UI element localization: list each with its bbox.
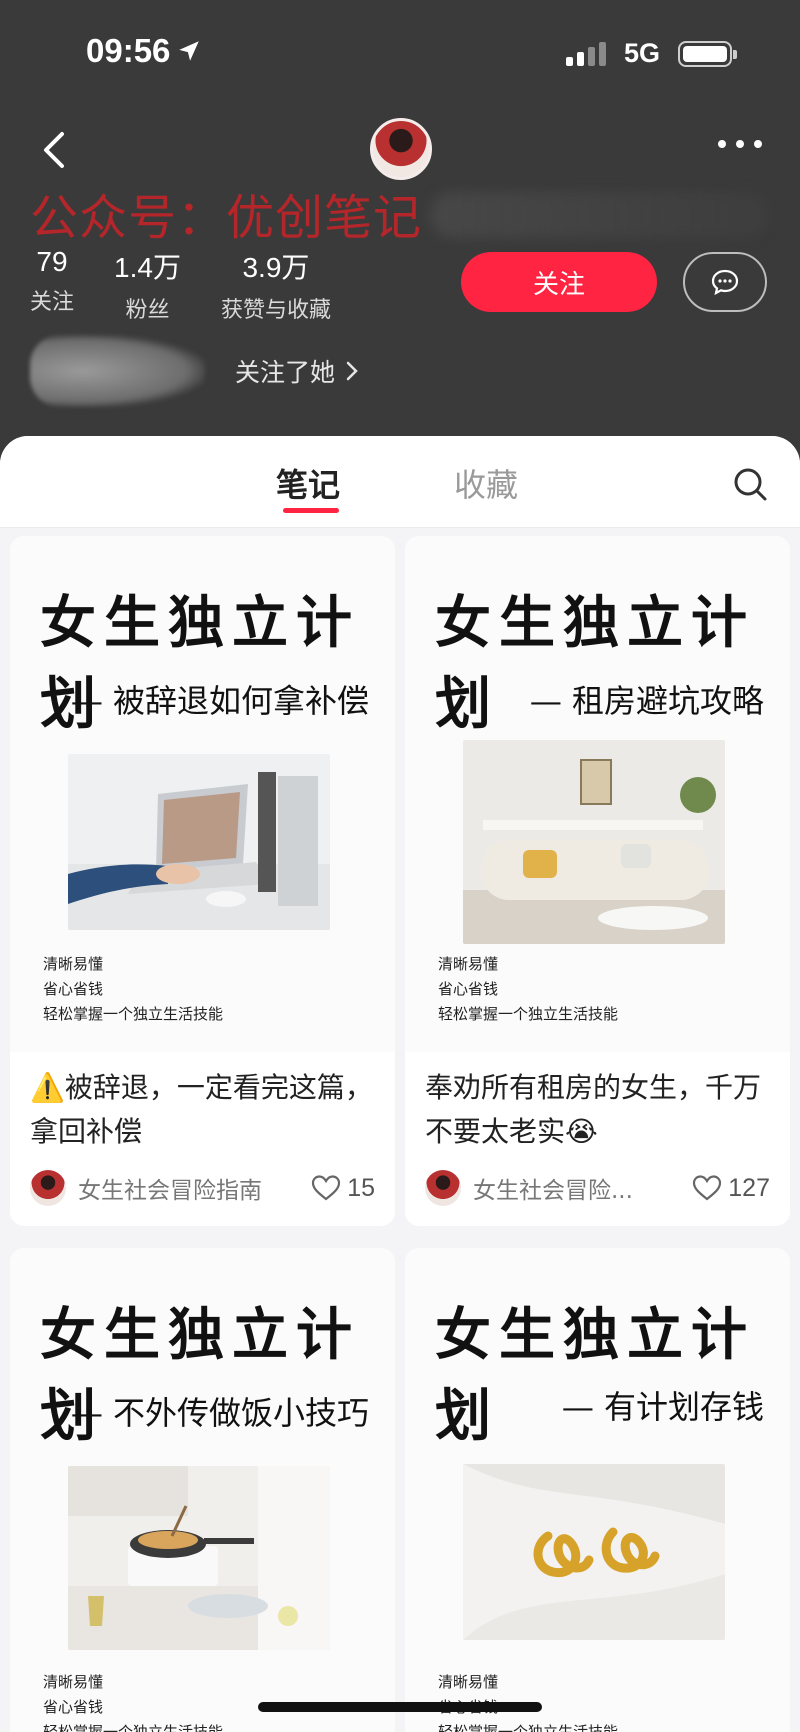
follow-button[interactable]: 关注 [461,252,657,312]
note-card[interactable]: 女生独立计划 — 租房避坑攻略 清晰易懂 省心省钱 轻松掌握一个独立生活技能 奉… [405,536,790,1226]
note-meta: 女生社会冒险... 127 [425,1168,770,1208]
cover-line: 省心省钱 [43,1698,104,1716]
cover-lines: 清晰易懂 省心省钱 轻松掌握一个独立生活技能 [43,952,223,1027]
profile-stats: 79 关注 1.4万 粉丝 3.9万 获赞与收藏 [30,246,331,324]
status-time: 09:56 [86,32,202,70]
cover-lines: 清晰易懂 省心省钱 轻松掌握一个独立生活技能 [438,952,618,1027]
note-card[interactable]: 女生独立计划 — 不外传做饭小技巧 清晰易懂 省心省钱 轻松掌握一个独立生活技能 [10,1248,395,1732]
chevron-right-icon [346,361,358,381]
cover-line: 清晰易懂 [438,1673,499,1691]
like-button[interactable]: 15 [311,1174,375,1203]
stat-followers[interactable]: 1.4万 粉丝 [114,246,181,324]
note-card[interactable]: 女生独立计划 — 有计划存钱 清晰易懂 省心省钱 轻松掌握一个独立生活技能 [405,1248,790,1732]
cover-photo-sofa [463,740,725,944]
note-cover: 女生独立计划 — 有计划存钱 清晰易懂 省心省钱 轻松掌握一个独立生活技能 [405,1248,790,1732]
note-card[interactable]: 女生独立计划 — 被辞退如何拿补偿 清晰易懂 省心省钱 轻松掌握一个独立生活技能… [10,536,395,1226]
stat-label: 粉丝 [125,298,170,323]
note-card-body: 奉劝所有租房的女生，千万不要太老实😭 女生社会冒险... 127 [405,1052,790,1226]
signal-icon [565,41,606,66]
avatar[interactable] [370,118,432,180]
back-icon[interactable] [36,128,76,172]
stat-label: 关注 [30,290,75,315]
cover-photo-cooking [68,1466,330,1650]
tab-active-indicator [283,508,339,513]
author-name[interactable]: 女生社会冒险指南 [78,1171,301,1205]
cover-line: 轻松掌握一个独立生活技能 [43,1005,224,1023]
note-cover: 女生独立计划 — 租房避坑攻略 清晰易懂 省心省钱 轻松掌握一个独立生活技能 [405,536,790,1052]
like-count: 127 [728,1173,770,1202]
cover-line: 省心省钱 [438,980,499,998]
note-title: ⚠️被辞退，一定看完这篇，拿回补偿 [30,1071,373,1148]
status-indicators: 5G [565,38,737,69]
chat-icon [711,269,739,296]
tab-notes[interactable]: 笔记 [276,460,340,506]
chat-button[interactable] [683,252,767,312]
cover-line: 清晰易懂 [43,1673,104,1691]
watermark-text: 公众号：优创笔记 [30,190,423,246]
more-icon[interactable] [718,140,762,148]
stat-number: 79 [36,246,68,277]
like-count: 15 [347,1173,375,1202]
redacted-avatars [30,335,205,407]
cover-lines: 清晰易懂 省心省钱 轻松掌握一个独立生活技能 [438,1670,618,1732]
status-bar: 09:56 5G [0,0,800,110]
redacted-area [430,192,770,238]
tab-favorites[interactable]: 收藏 [454,460,518,506]
cover-line: 清晰易懂 [438,955,499,973]
cover-subtitle: — 租房避坑攻略 [529,682,764,720]
cover-subtitle: — 不外传做饭小技巧 [70,1394,369,1432]
note-meta: 女生社会冒险指南 15 [30,1168,375,1208]
time-text: 09:56 [86,32,171,69]
profile-header: 09:56 5G 公众号：优创笔记 79 关注 1.4万 粉丝 3.9万 获赞与… [0,0,800,470]
like-button[interactable]: 127 [692,1174,770,1203]
note-title: 奉劝所有租房的女生，千万不要太老实😭 [425,1071,762,1148]
cover-photo-earrings [463,1464,725,1640]
cover-line: 轻松掌握一个独立生活技能 [438,1723,619,1732]
cover-line: 轻松掌握一个独立生活技能 [438,1005,619,1023]
content-sheet: 笔记 收藏 女生独立计划 — 被辞退如何拿补偿 清晰易懂 省心省钱 轻松掌握一个… [0,436,800,1732]
author-avatar[interactable] [30,1170,66,1206]
stat-label: 获赞与收藏 [220,298,331,323]
author-name[interactable]: 女生社会冒险... [473,1171,682,1205]
author-avatar[interactable] [425,1170,461,1206]
battery-icon [678,40,737,67]
stat-likes-collects[interactable]: 3.9万 获赞与收藏 [221,246,331,324]
home-indicator[interactable] [258,1702,542,1712]
followed-by-label: 关注了她 [235,353,359,389]
cover-line: 省心省钱 [43,980,104,998]
cover-line: 轻松掌握一个独立生活技能 [43,1723,224,1732]
note-cover: 女生独立计划 — 被辞退如何拿补偿 清晰易懂 省心省钱 轻松掌握一个独立生活技能 [10,536,395,1052]
stat-following[interactable]: 79 关注 [30,246,74,324]
location-arrow-icon [179,41,200,61]
cover-photo-laptop [68,754,330,930]
heart-icon [312,1175,341,1201]
followed-text: 关注了她 [235,358,336,387]
cover-line: 清晰易懂 [43,955,104,973]
cover-lines: 清晰易懂 省心省钱 轻松掌握一个独立生活技能 [43,1670,223,1732]
followed-by-row[interactable]: 关注了她 [30,335,430,407]
heart-icon [693,1175,722,1201]
network-label: 5G [623,38,660,68]
cover-subtitle: — 有计划存钱 [561,1388,764,1426]
stat-number: 3.9万 [242,252,310,283]
cover-subtitle: — 被辞退如何拿补偿 [70,682,369,720]
note-card-body: ⚠️被辞退，一定看完这篇，拿回补偿 女生社会冒险指南 15 [10,1052,395,1226]
tab-bar: 笔记 收藏 [0,436,800,528]
stat-number: 1.4万 [114,252,181,283]
search-icon[interactable] [730,464,770,504]
note-cover: 女生独立计划 — 不外传做饭小技巧 清晰易懂 省心省钱 轻松掌握一个独立生活技能 [10,1248,395,1732]
